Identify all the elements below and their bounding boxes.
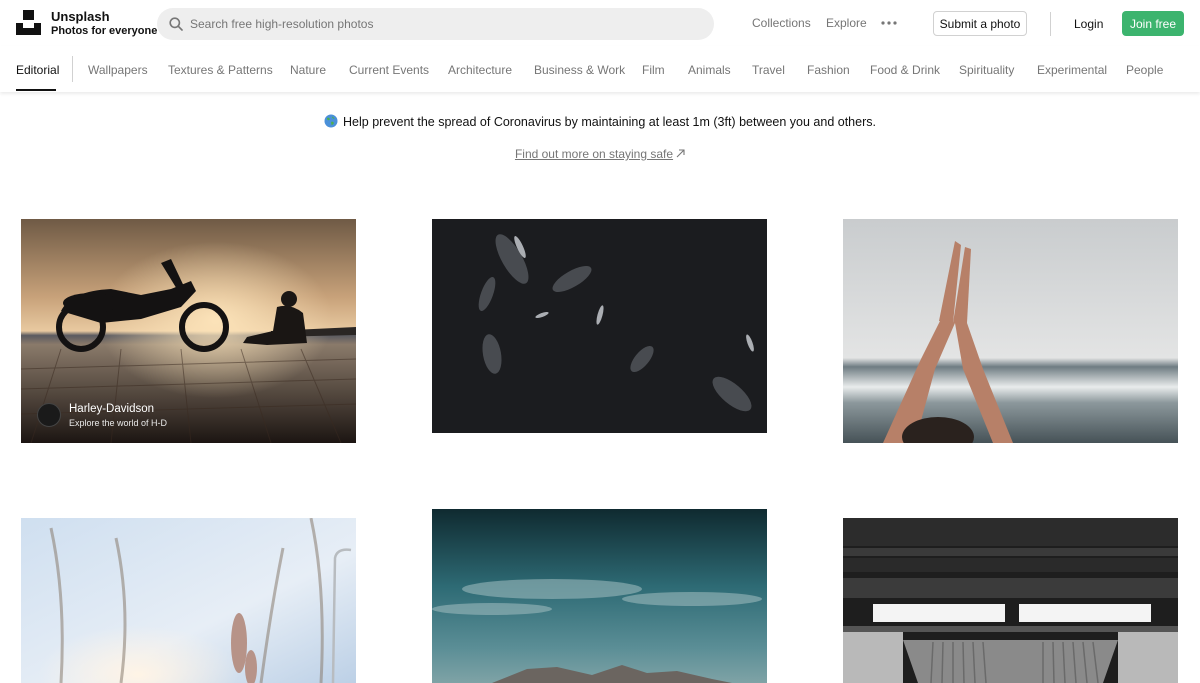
search-bar[interactable]: [157, 8, 714, 40]
sponsor-subtitle: Explore the world of H-D: [69, 418, 168, 428]
unsplash-logo-icon[interactable]: [16, 10, 41, 35]
photo-card-motorcycle[interactable]: Harley-Davidson Explore the world of H-D: [21, 219, 356, 443]
tab-divider: [72, 56, 73, 82]
staying-safe-link[interactable]: Find out more on staying safe: [515, 147, 673, 161]
tab-current-events[interactable]: Current Events: [349, 63, 429, 77]
tab-editorial[interactable]: Editorial: [16, 63, 59, 77]
tab-people[interactable]: People: [1126, 63, 1163, 77]
brand-tagline: Photos for everyone: [51, 25, 158, 37]
photo-card-ceiling-lights[interactable]: [843, 518, 1178, 683]
header-divider: [1050, 12, 1051, 36]
nav-collections-link[interactable]: Collections: [752, 16, 811, 30]
tab-nature[interactable]: Nature: [290, 63, 326, 77]
tab-business-work[interactable]: Business & Work: [534, 63, 625, 77]
external-arrow-icon: [676, 149, 685, 158]
tab-wallpapers[interactable]: Wallpapers: [88, 63, 148, 77]
brand[interactable]: Unsplash Photos for everyone: [51, 10, 157, 38]
harley-davidson-logo-icon: [37, 403, 61, 427]
tab-experimental[interactable]: Experimental: [1037, 63, 1107, 77]
photo-card-grass[interactable]: [21, 518, 356, 683]
search-icon[interactable]: [169, 17, 183, 31]
tab-food-drink[interactable]: Food & Drink: [870, 63, 940, 77]
tab-fashion[interactable]: Fashion: [807, 63, 850, 77]
brand-name: Unsplash: [51, 9, 110, 24]
photo-card-feathers[interactable]: [432, 219, 767, 433]
teal-sky-photo: [432, 509, 767, 683]
category-tabs: Editorial Wallpapers Textures & Patterns…: [0, 46, 1200, 92]
photo-card-teal-sky[interactable]: [432, 509, 767, 683]
login-link[interactable]: Login: [1074, 17, 1103, 31]
tab-architecture[interactable]: Architecture: [448, 63, 512, 77]
photo-card-hands[interactable]: [843, 219, 1178, 443]
join-free-button[interactable]: Join free: [1122, 11, 1184, 36]
hands-photo: [843, 219, 1178, 443]
grass-photo: [21, 518, 356, 683]
tab-film[interactable]: Film: [642, 63, 665, 77]
ceiling-lights-photo: [843, 518, 1178, 683]
tab-textures-patterns[interactable]: Textures & Patterns: [168, 63, 273, 77]
active-tab-indicator: [16, 89, 56, 91]
tab-animals[interactable]: Animals: [688, 63, 731, 77]
tab-spirituality[interactable]: Spirituality: [959, 63, 1014, 77]
feathers-photo: [432, 219, 767, 433]
tab-travel[interactable]: Travel: [752, 63, 785, 77]
submit-photo-button[interactable]: Submit a photo: [933, 11, 1027, 36]
tabs-scroll-fade: [1160, 46, 1200, 92]
sponsor-name: Harley-Davidson: [69, 403, 155, 415]
nav-explore-link[interactable]: Explore: [826, 16, 867, 30]
top-header: Unsplash Photos for everyone Collections…: [0, 0, 1200, 46]
coronavirus-notice: Help prevent the spread of Coronavirus b…: [0, 114, 1200, 130]
notice-text: Help prevent the spread of Coronavirus b…: [343, 115, 876, 129]
search-input[interactable]: [190, 14, 690, 34]
globe-icon: [324, 114, 338, 128]
more-options-icon[interactable]: [880, 18, 898, 28]
notice-link-row: Find out more on staying safe: [0, 147, 1200, 161]
